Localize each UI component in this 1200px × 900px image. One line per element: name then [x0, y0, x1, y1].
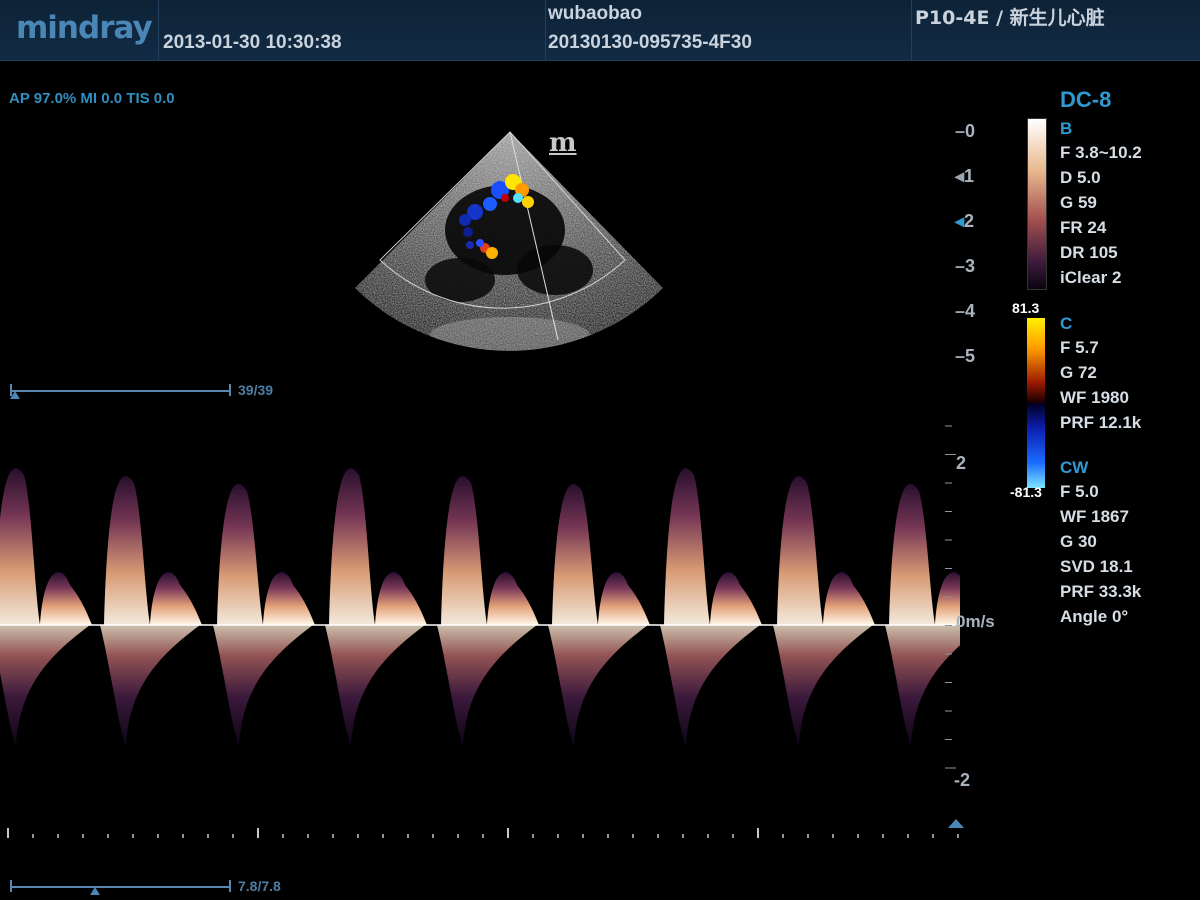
probe-preset: P10-4E / 新生儿心脏 [915, 7, 1105, 29]
parameter-panel: DC-8 B F 3.8~10.2 D 5.0 G 59 FR 24 DR 105 iCl… [1000, 85, 1200, 645]
cw-param: F 5.0 [1060, 482, 1099, 501]
color-map-bar [1027, 318, 1045, 488]
cine-slider-top[interactable] [6, 383, 231, 399]
cw-param: Angle 0° [1060, 607, 1129, 626]
velocity-scale-bottom: -2 [954, 770, 971, 790]
depth-scale: –0 ◂1 ◂2 –3 –4 –5 [955, 120, 995, 370]
cw-param: SVD 18.1 [1060, 557, 1133, 576]
b-param: D 5.0 [1060, 168, 1101, 187]
patient-cell: wubaobao 20130130-095735-4F30 [545, 0, 911, 60]
cw-param: G 30 [1060, 532, 1097, 551]
velocity-scale-top: 2 [956, 453, 967, 473]
cine-time-label: 7.8/7.8 [238, 878, 281, 894]
depth-tick: –4 [955, 301, 976, 321]
b-param: FR 24 [1060, 218, 1107, 237]
velocity-baseline-label: 0m/s [956, 612, 995, 631]
depth-tick: ◂2 [955, 211, 975, 231]
c-param: PRF 12.1k [1060, 413, 1142, 432]
orientation-marker-icon: m [549, 128, 577, 158]
b-section-title: B [1060, 119, 1073, 138]
velocity-scale: 2 0m/s -2 [940, 420, 1000, 840]
c-param: WF 1980 [1060, 388, 1129, 407]
patient-name: wubaobao [548, 3, 642, 24]
sector-image[interactable] [340, 120, 680, 370]
mode-title: DC-8 [1060, 87, 1112, 112]
exam-id: 20130130-095735-4F30 [548, 32, 752, 53]
probe-cell: P10-4E / 新生儿心脏 [911, 0, 1200, 60]
b-param: F 3.8~10.2 [1060, 143, 1142, 162]
time-axis [7, 828, 959, 838]
acoustic-output: AP 97.0% MI 0.0 TIS 0.0 [9, 90, 175, 107]
datetime-cell: 2013-01-30 10:30:38 [158, 0, 545, 60]
cine-slider-bottom-thumb[interactable] [89, 887, 100, 895]
cw-doppler-spectrum[interactable] [0, 420, 960, 840]
brand-logo: mindray [16, 10, 153, 46]
depth-tick: ◂1 [955, 166, 975, 186]
c-param: G 72 [1060, 363, 1097, 382]
b-mode-sector [355, 132, 663, 351]
cine-frame-label: 39/39 [238, 382, 274, 398]
depth-tick: –3 [955, 256, 976, 276]
b-gray-map-bar [1027, 118, 1047, 290]
b-param: DR 105 [1060, 243, 1118, 262]
exam-datetime: 2013-01-30 10:30:38 [163, 32, 342, 53]
cw-section-title: CW [1060, 458, 1089, 477]
cine-slider-top-thumb[interactable] [10, 391, 20, 399]
cw-param: PRF 33.3k [1060, 582, 1142, 601]
b-param: iClear 2 [1060, 268, 1122, 287]
cw-param: WF 1867 [1060, 507, 1129, 526]
depth-tick: –0 [955, 121, 976, 141]
spectral-waveform [0, 468, 960, 745]
b-param: G 59 [1060, 193, 1097, 212]
color-scale-max: 81.3 [1012, 300, 1040, 316]
brand-cell: mindray [0, 0, 158, 60]
depth-tick: –5 [955, 346, 976, 366]
cine-slider-bottom[interactable] [6, 879, 231, 895]
c-param: F 5.7 [1060, 338, 1099, 357]
color-scale-min: -81.3 [1010, 484, 1042, 500]
header-bar: mindray 2013-01-30 10:30:38 wubaobao 201… [0, 0, 1200, 61]
c-section-title: C [1060, 314, 1073, 333]
